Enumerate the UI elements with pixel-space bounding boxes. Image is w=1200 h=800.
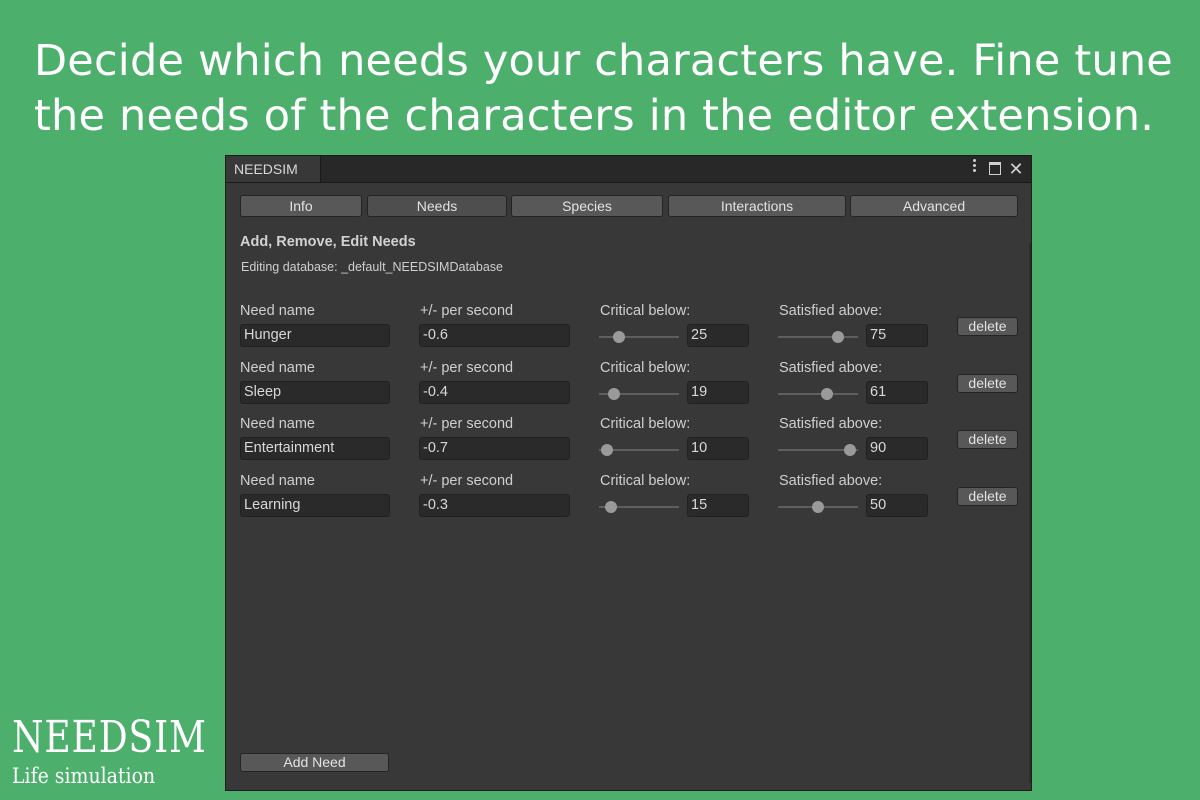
- scrollbar-edge: [1029, 243, 1031, 783]
- headline: Decide which needs your characters have.…: [34, 34, 1174, 144]
- satisfied-slider-thumb[interactable]: [832, 331, 844, 343]
- close-icon[interactable]: ✕: [1007, 156, 1025, 182]
- tab-info[interactable]: Info: [240, 195, 362, 217]
- critical-below-field[interactable]: 10: [687, 437, 749, 460]
- critical-below-label: Critical below:: [600, 472, 691, 489]
- need-name-label: Need name: [240, 359, 315, 376]
- critical-slider[interactable]: [599, 387, 679, 400]
- delete-need-button[interactable]: delete: [957, 486, 1018, 506]
- per-second-label: +/- per second: [420, 416, 514, 432]
- need-row: Need name Sleep +/- per second -0.4 Crit…: [226, 360, 1031, 410]
- logo-subtitle: Life simulation: [12, 764, 156, 788]
- need-row: Need name Hunger +/- per second -0.6 Cri…: [226, 303, 1031, 353]
- tab-needs[interactable]: Needs: [367, 195, 507, 217]
- database-label: Editing database: _default_NEEDSIMDataba…: [241, 260, 503, 274]
- satisfied-slider[interactable]: [778, 387, 858, 400]
- per-second-label: +/- per second: [420, 359, 514, 376]
- per-second-field[interactable]: -0.7: [419, 437, 570, 460]
- per-second-field[interactable]: -0.4: [419, 380, 570, 404]
- satisfied-above-label: Satisfied above:: [779, 303, 883, 319]
- critical-below-label: Critical below:: [600, 416, 691, 432]
- satisfied-above-field[interactable]: 61: [866, 380, 928, 404]
- kebab-menu-icon[interactable]: [965, 156, 983, 182]
- critical-slider[interactable]: [599, 500, 679, 513]
- satisfied-above-field[interactable]: 90: [866, 437, 928, 460]
- per-second-label: +/- per second: [420, 472, 514, 489]
- tab-advanced[interactable]: Advanced: [850, 195, 1018, 217]
- need-name-field[interactable]: Learning: [240, 493, 390, 517]
- window-titlebar: NEEDSIM ✕: [226, 156, 1031, 183]
- needsim-logo: NEEDSIM Life simulation: [12, 712, 250, 788]
- critical-slider-thumb[interactable]: [605, 500, 617, 513]
- satisfied-above-label: Satisfied above:: [779, 359, 883, 376]
- logo-title: NEEDSIM: [12, 712, 207, 763]
- need-name-field[interactable]: Hunger: [240, 324, 390, 347]
- need-row: Need name Entertainment +/- per second -…: [226, 416, 1031, 466]
- satisfied-slider[interactable]: [778, 444, 858, 456]
- maximize-icon[interactable]: [986, 156, 1004, 182]
- satisfied-slider-thumb[interactable]: [812, 500, 824, 513]
- need-name-field[interactable]: Sleep: [240, 380, 390, 404]
- add-need-button[interactable]: Add Need: [240, 753, 389, 772]
- critical-slider[interactable]: [599, 444, 679, 456]
- critical-below-field[interactable]: 15: [687, 493, 749, 517]
- need-name-label: Need name: [240, 416, 315, 432]
- satisfied-above-field[interactable]: 50: [866, 493, 928, 517]
- satisfied-slider[interactable]: [778, 500, 858, 513]
- delete-need-button[interactable]: delete: [957, 317, 1018, 336]
- delete-need-button[interactable]: delete: [957, 373, 1018, 393]
- satisfied-slider[interactable]: [778, 331, 858, 343]
- critical-slider-thumb[interactable]: [613, 331, 625, 343]
- satisfied-above-label: Satisfied above:: [779, 472, 883, 489]
- critical-below-label: Critical below:: [600, 303, 691, 319]
- window-tab-needsim[interactable]: NEEDSIM: [226, 156, 321, 182]
- per-second-label: +/- per second: [420, 303, 514, 319]
- satisfied-slider-thumb[interactable]: [844, 444, 856, 456]
- tab-species[interactable]: Species: [511, 195, 663, 217]
- critical-slider-thumb[interactable]: [601, 444, 613, 456]
- satisfied-slider-thumb[interactable]: [820, 387, 833, 400]
- delete-need-button[interactable]: delete: [957, 430, 1018, 449]
- critical-below-label: Critical below:: [600, 359, 691, 376]
- editor-tabbar: Info Needs Species Interactions Advanced: [226, 195, 1031, 217]
- headline-line-1: Decide which needs your characters have.…: [34, 36, 1173, 86]
- tab-interactions[interactable]: Interactions: [668, 195, 846, 217]
- critical-slider-thumb[interactable]: [608, 387, 621, 400]
- needsim-editor-window: NEEDSIM ✕ Info Needs Species Interaction…: [225, 155, 1032, 791]
- section-title: Add, Remove, Edit Needs: [240, 234, 416, 250]
- satisfied-above-field[interactable]: 75: [866, 324, 928, 347]
- critical-below-field[interactable]: 19: [687, 380, 749, 404]
- per-second-field[interactable]: -0.6: [419, 324, 570, 347]
- need-name-field[interactable]: Entertainment: [240, 437, 390, 460]
- need-row: Need name Learning +/- per second -0.3 C…: [226, 473, 1031, 523]
- headline-line-2: the needs of the characters in the edito…: [34, 91, 1155, 141]
- per-second-field[interactable]: -0.3: [419, 493, 570, 517]
- critical-below-field[interactable]: 25: [687, 324, 749, 347]
- satisfied-above-label: Satisfied above:: [779, 416, 883, 432]
- need-name-label: Need name: [240, 472, 315, 489]
- critical-slider[interactable]: [599, 331, 679, 343]
- need-name-label: Need name: [240, 303, 315, 319]
